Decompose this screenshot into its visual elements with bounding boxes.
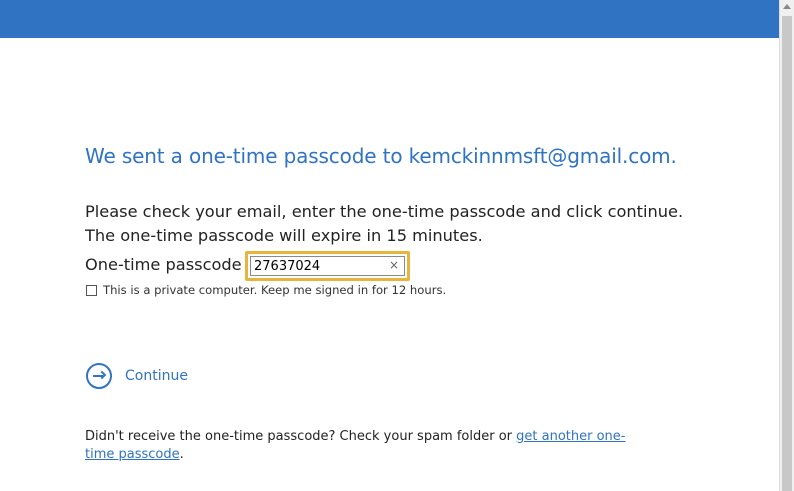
keep-signed-in-label[interactable]: This is a private computer. Keep me sign… bbox=[103, 283, 446, 297]
clear-icon[interactable]: × bbox=[389, 259, 399, 271]
keep-signed-in-checkbox[interactable] bbox=[86, 284, 97, 296]
arrow-right-circle-icon[interactable] bbox=[86, 363, 112, 389]
passcode-input[interactable] bbox=[250, 256, 405, 276]
continue-button[interactable]: Continue bbox=[86, 363, 188, 389]
page-title: We sent a one-time passcode to kemckinnm… bbox=[85, 144, 677, 168]
resend-note-end: . bbox=[179, 447, 184, 462]
scrollbar-thumb[interactable] bbox=[782, 16, 792, 491]
instructions: Please check your email, enter the one-t… bbox=[85, 200, 683, 248]
resend-note: Didn't receive the one-time passcode? Ch… bbox=[85, 428, 645, 464]
vertical-scrollbar[interactable] bbox=[779, 0, 794, 491]
scroll-up-arrow-icon[interactable] bbox=[783, 4, 791, 9]
continue-label[interactable]: Continue bbox=[125, 368, 188, 384]
header-bar bbox=[0, 0, 779, 38]
passcode-label: One-time passcode bbox=[85, 255, 242, 274]
instructions-line-1: Please check your email, enter the one-t… bbox=[85, 202, 684, 221]
page: We sent a one-time passcode to kemckinnm… bbox=[0, 0, 794, 491]
instructions-line-2: The one-time passcode will expire in 15 … bbox=[85, 226, 483, 245]
resend-note-text: Didn't receive the one-time passcode? Ch… bbox=[85, 429, 517, 444]
passcode-field-focus-ring: × bbox=[245, 251, 410, 281]
keep-signed-in-row: This is a private computer. Keep me sign… bbox=[85, 283, 446, 297]
